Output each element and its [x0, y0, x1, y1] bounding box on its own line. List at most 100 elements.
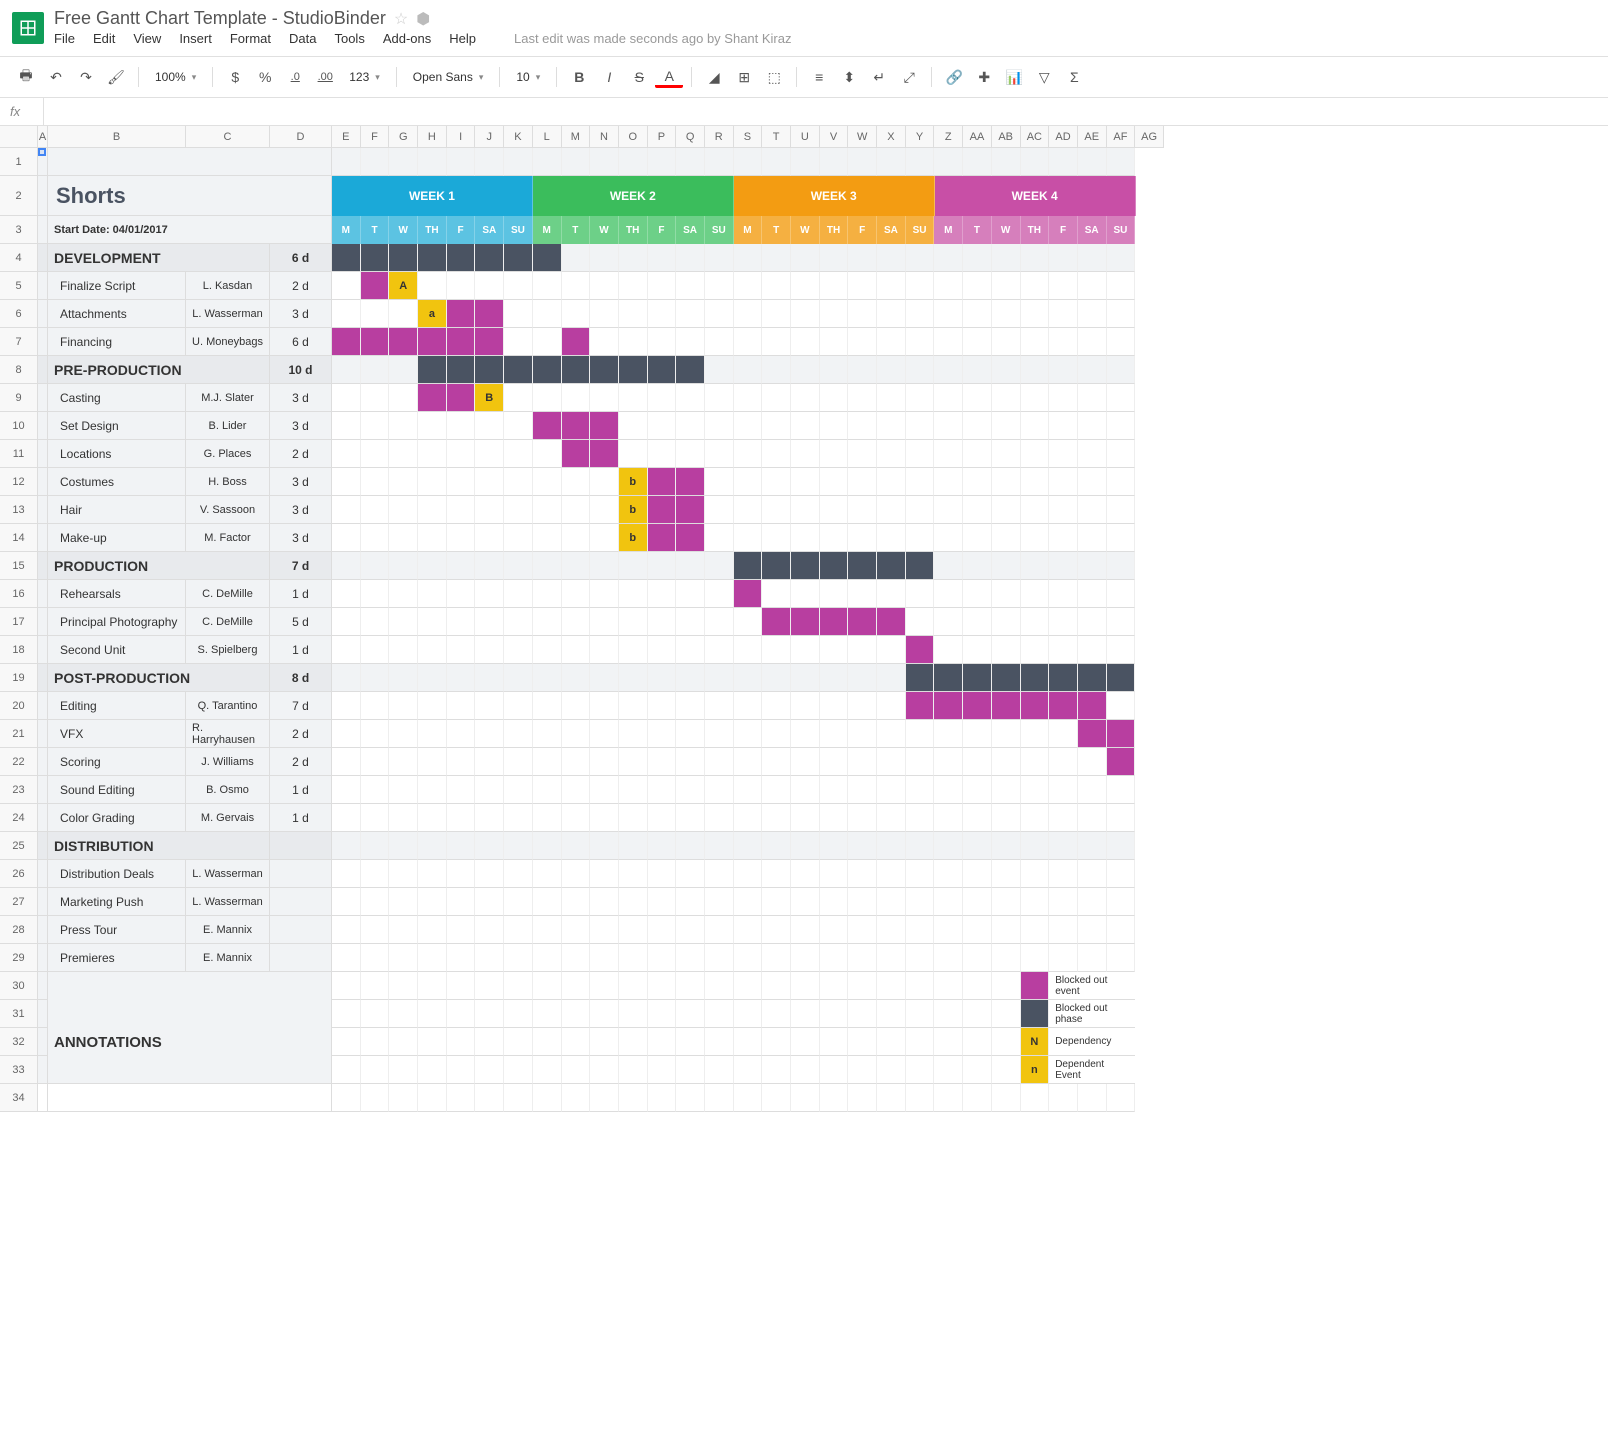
task-owner[interactable]: Q. Tarantino — [186, 692, 270, 720]
row-header[interactable]: 2 — [0, 176, 38, 216]
task-name[interactable]: Set Design — [48, 412, 186, 440]
task-name[interactable]: Casting — [48, 384, 186, 412]
task-name[interactable]: Color Grading — [48, 804, 186, 832]
day-header[interactable]: M — [332, 216, 361, 244]
task-name[interactable]: Costumes — [48, 468, 186, 496]
task-name[interactable]: Sound Editing — [48, 776, 186, 804]
task-duration[interactable]: 5 d — [270, 608, 332, 636]
row-header[interactable]: 30 — [0, 972, 38, 1000]
day-header[interactable]: SU — [906, 216, 935, 244]
task-duration[interactable]: 2 d — [270, 272, 332, 300]
row-header[interactable]: 27 — [0, 888, 38, 916]
col-header-C[interactable]: C — [186, 126, 270, 148]
insert-comment-icon[interactable]: ✚ — [970, 63, 998, 91]
day-header[interactable]: T — [361, 216, 390, 244]
task-duration[interactable]: 3 d — [270, 384, 332, 412]
row-header[interactable]: 21 — [0, 720, 38, 748]
row-header[interactable]: 26 — [0, 860, 38, 888]
task-owner[interactable]: R. Harryhausen — [186, 720, 270, 748]
day-header[interactable]: F — [447, 216, 476, 244]
bold-icon[interactable]: B — [565, 63, 593, 91]
menu-data[interactable]: Data — [289, 31, 316, 46]
task-owner[interactable]: L. Wasserman — [186, 300, 270, 328]
select-all-corner[interactable] — [0, 126, 38, 148]
menu-format[interactable]: Format — [230, 31, 271, 46]
row-header[interactable]: 12 — [0, 468, 38, 496]
task-duration[interactable] — [270, 888, 332, 916]
row-header[interactable]: 10 — [0, 412, 38, 440]
col-header-Y[interactable]: Y — [906, 126, 935, 148]
day-header[interactable]: W — [992, 216, 1021, 244]
col-header-AC[interactable]: AC — [1021, 126, 1050, 148]
row-header[interactable]: 13 — [0, 496, 38, 524]
row-header[interactable]: 22 — [0, 748, 38, 776]
currency-icon[interactable]: $ — [221, 63, 249, 91]
day-header[interactable]: SU — [705, 216, 734, 244]
day-header[interactable]: SA — [877, 216, 906, 244]
col-header-M[interactable]: M — [562, 126, 591, 148]
row-header[interactable]: 24 — [0, 804, 38, 832]
filter-icon[interactable]: ▽ — [1030, 63, 1058, 91]
day-header[interactable]: T — [963, 216, 992, 244]
section-header[interactable]: PRODUCTION — [48, 552, 270, 580]
col-header-Q[interactable]: Q — [676, 126, 705, 148]
task-owner[interactable]: M. Gervais — [186, 804, 270, 832]
day-header[interactable]: F — [1049, 216, 1078, 244]
col-header-Z[interactable]: Z — [934, 126, 963, 148]
menu-addons[interactable]: Add-ons — [383, 31, 431, 46]
section-duration[interactable]: 8 d — [270, 664, 332, 692]
task-owner[interactable]: L. Wasserman — [186, 888, 270, 916]
row-header[interactable]: 18 — [0, 636, 38, 664]
task-name[interactable]: Hair — [48, 496, 186, 524]
col-header-S[interactable]: S — [734, 126, 763, 148]
task-name[interactable]: Press Tour — [48, 916, 186, 944]
task-name[interactable]: Locations — [48, 440, 186, 468]
day-header[interactable]: T — [562, 216, 591, 244]
task-owner[interactable]: L. Kasdan — [186, 272, 270, 300]
paint-format-icon[interactable]: 🖌 — [102, 63, 130, 91]
menu-help[interactable]: Help — [449, 31, 476, 46]
row-header[interactable]: 25 — [0, 832, 38, 860]
task-owner[interactable]: V. Sassoon — [186, 496, 270, 524]
redo-icon[interactable]: ↷ — [72, 63, 100, 91]
font-select[interactable]: Open Sans — [405, 66, 492, 88]
row-header[interactable]: 32 — [0, 1028, 38, 1056]
col-header-L[interactable]: L — [533, 126, 562, 148]
task-duration[interactable] — [270, 860, 332, 888]
task-name[interactable]: Editing — [48, 692, 186, 720]
task-owner[interactable]: J. Williams — [186, 748, 270, 776]
menu-file[interactable]: File — [54, 31, 75, 46]
font-size-select[interactable]: 10 — [508, 66, 548, 88]
row-header[interactable]: 1 — [0, 148, 38, 176]
document-title[interactable]: Free Gantt Chart Template - StudioBinder — [54, 8, 386, 29]
task-owner[interactable]: B. Lider — [186, 412, 270, 440]
row-header[interactable]: 20 — [0, 692, 38, 720]
task-name[interactable]: Financing — [48, 328, 186, 356]
row-header[interactable]: 23 — [0, 776, 38, 804]
section-header[interactable]: POST-PRODUCTION — [48, 664, 270, 692]
number-format-select[interactable]: 123 — [341, 66, 388, 88]
col-header-J[interactable]: J — [475, 126, 504, 148]
task-owner[interactable]: E. Mannix — [186, 944, 270, 972]
day-header[interactable]: W — [791, 216, 820, 244]
last-edit-status[interactable]: Last edit was made seconds ago by Shant … — [514, 31, 792, 46]
zoom-select[interactable]: 100% — [147, 66, 204, 88]
task-name[interactable]: Premieres — [48, 944, 186, 972]
task-duration[interactable]: 6 d — [270, 328, 332, 356]
col-header-F[interactable]: F — [361, 126, 390, 148]
merge-cells-icon[interactable]: ⬚ — [760, 63, 788, 91]
section-duration[interactable]: 10 d — [270, 356, 332, 384]
day-header[interactable]: M — [934, 216, 963, 244]
task-owner[interactable]: M.J. Slater — [186, 384, 270, 412]
text-color-icon[interactable]: A — [655, 66, 683, 88]
task-duration[interactable]: 3 d — [270, 412, 332, 440]
col-header-P[interactable]: P — [648, 126, 677, 148]
gantt-title[interactable]: Shorts — [48, 176, 332, 216]
day-header[interactable]: TH — [820, 216, 849, 244]
task-duration[interactable]: 1 d — [270, 776, 332, 804]
vertical-align-icon[interactable]: ⬍ — [835, 63, 863, 91]
task-owner[interactable]: E. Mannix — [186, 916, 270, 944]
day-header[interactable]: TH — [1021, 216, 1050, 244]
task-owner[interactable]: B. Osmo — [186, 776, 270, 804]
task-name[interactable]: Second Unit — [48, 636, 186, 664]
